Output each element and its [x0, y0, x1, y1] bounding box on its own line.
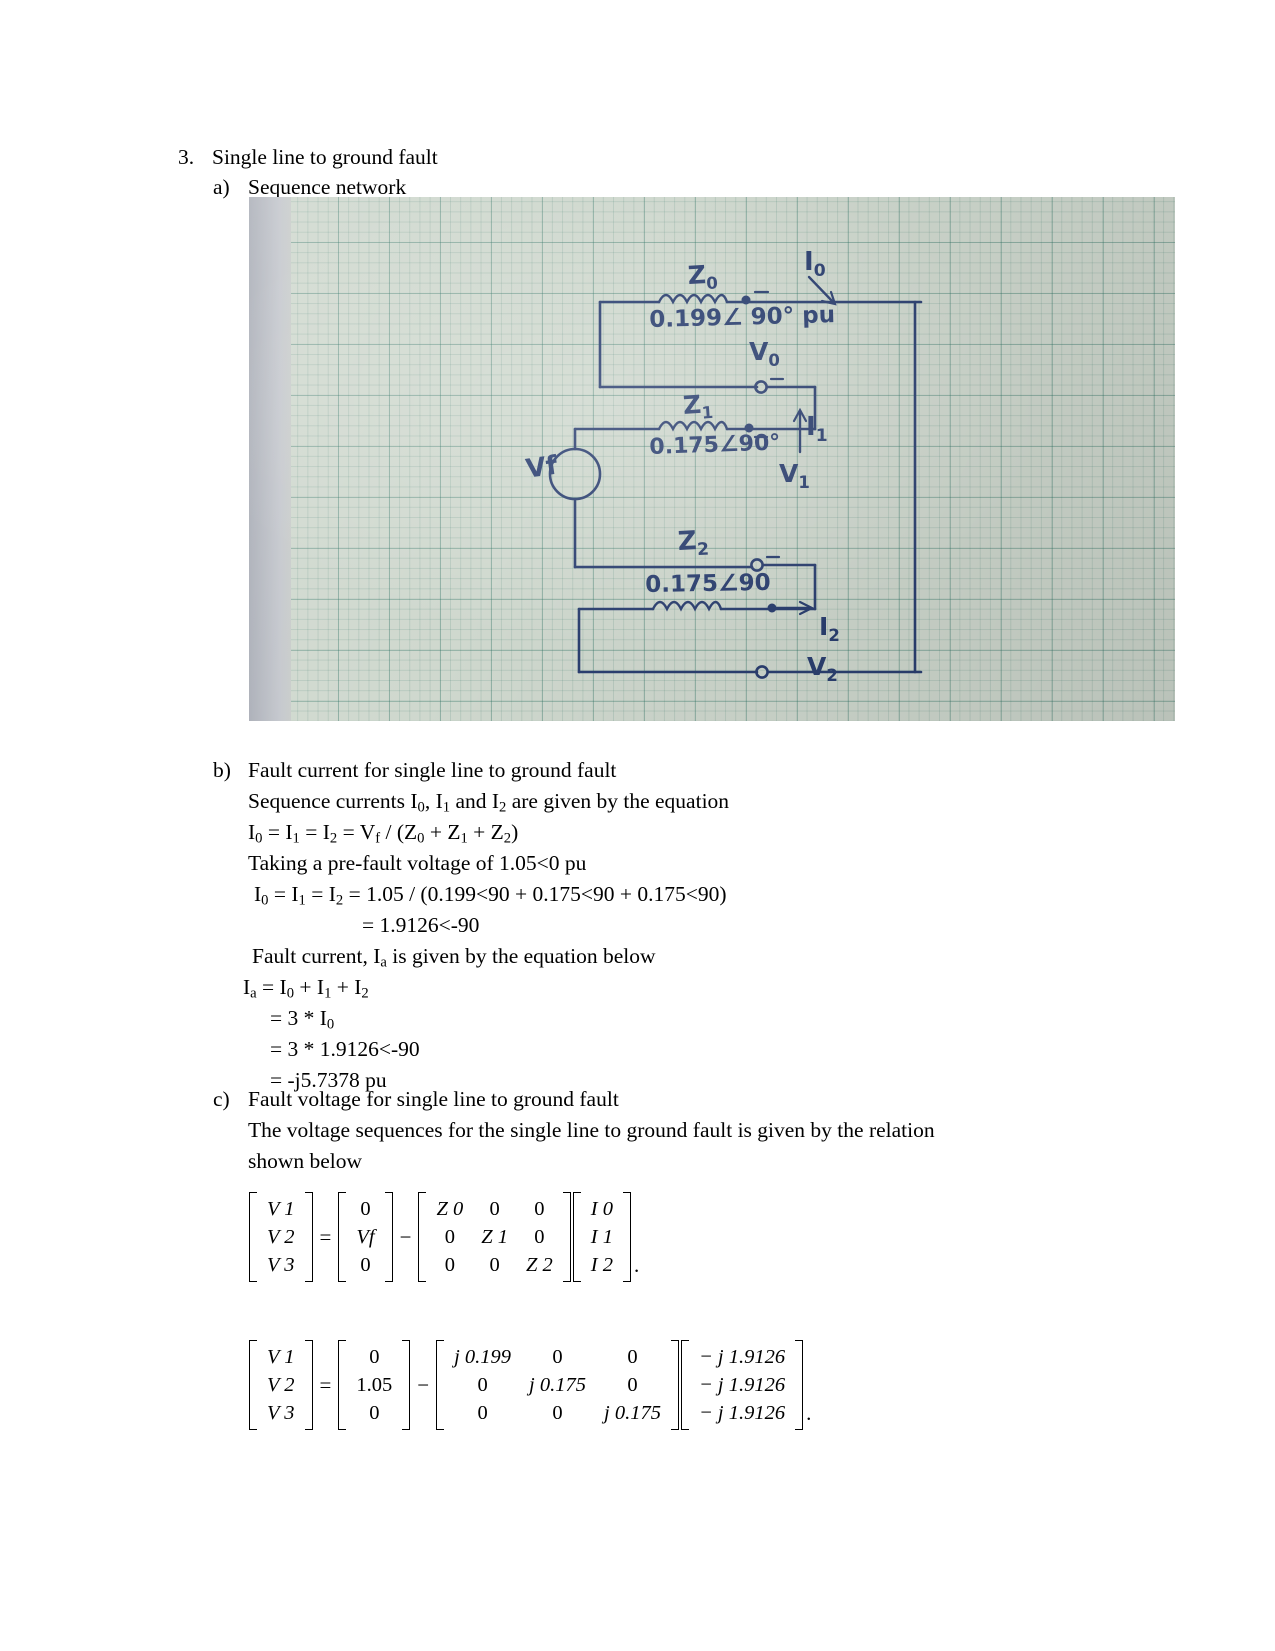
matrix-eq1-impedance-matrix: Z 0 0 0 0 Z 1 0 0 0 Z 2: [418, 1192, 572, 1282]
part-b-title: Fault current for single line to ground …: [248, 758, 617, 782]
part-a-label: a): [213, 175, 230, 199]
cell: 0: [627, 1374, 638, 1396]
part-c-label: c): [213, 1087, 230, 1111]
matrix-eq1-period: .: [633, 1253, 640, 1277]
matrix-eq1-minus: −: [399, 1224, 412, 1249]
matrix-eq2-period: .: [806, 1401, 812, 1425]
cell: 0: [369, 1402, 380, 1424]
part-a-title: Sequence network: [248, 175, 407, 199]
section-number: 3.: [178, 145, 195, 169]
matrix-eq1-vf-vector: 0 Vf 0: [338, 1192, 393, 1282]
cell: j 0.175: [529, 1374, 586, 1396]
cell: I 0: [590, 1198, 613, 1220]
figure-value-z1: 0.175∠90°: [649, 430, 781, 460]
part-b-line-3: I0 = I1 = I2 = 1.05 / (0.199<90 + 0.175<…: [254, 882, 727, 909]
figure-label-v2: V2: [807, 652, 838, 685]
cell: 0: [360, 1254, 371, 1276]
cell: 0: [444, 1254, 455, 1276]
cell: V 3: [267, 1254, 295, 1276]
part-b-heading: b) Fault current for single line to groun…: [213, 755, 616, 786]
cell: I 1: [590, 1226, 613, 1248]
figure-label-vf: Vf: [524, 450, 560, 485]
document-page: 3. Single line to ground fault a) Sequence…: [0, 0, 1275, 1651]
figure-label-z1: Z1: [682, 389, 714, 423]
matrix-eq2-minus: −: [417, 1372, 430, 1397]
cell: − j 1.9126: [698, 1374, 786, 1396]
matrix-eq2-impedance-matrix: j 0.199 0 0 0 j 0.175 0 0 0 j 0.175: [436, 1340, 679, 1430]
cell: V 2: [267, 1226, 295, 1248]
cell: Z 0: [436, 1198, 464, 1220]
cell: Z 2: [526, 1254, 553, 1276]
cell: 0: [477, 1402, 488, 1424]
cell: Vf: [356, 1226, 375, 1248]
cell: 0: [489, 1198, 500, 1220]
cell: j 0.199: [454, 1346, 512, 1368]
matrix-eq1-voltage-vector: V 1 V 2 V 3: [249, 1192, 313, 1282]
part-b-line-4: = 1.9126<-90: [362, 913, 480, 937]
cell: − j 1.9126: [698, 1402, 786, 1424]
part-c-title: Fault voltage for single line to ground …: [248, 1087, 619, 1111]
figure-label-i2: I2: [819, 612, 840, 645]
cell: 0: [552, 1346, 563, 1368]
cell: 0: [627, 1346, 638, 1368]
figure-label-i1: I1: [806, 412, 828, 447]
cell: Z 1: [481, 1226, 508, 1248]
matrix-eq2-voltage-vector: V 1 V 2 V 3: [249, 1340, 313, 1430]
section-heading: 3. Single line to ground fault: [178, 142, 438, 172]
section-title: Single line to ground fault: [212, 145, 438, 169]
cell: V 1: [267, 1198, 295, 1220]
cell: V 2: [267, 1374, 295, 1396]
cell: 0: [489, 1254, 500, 1276]
cell: j 0.175: [604, 1402, 661, 1424]
cell: I 2: [590, 1254, 613, 1276]
matrix-eq1-equals: =: [319, 1224, 332, 1249]
cell: − j 1.9126: [698, 1346, 786, 1368]
cell: 0: [534, 1198, 545, 1220]
cell: 0: [369, 1346, 380, 1368]
figure-label-i0: I0: [804, 247, 826, 282]
matrix-eq2-current-vector: − j 1.9126 − j 1.9126 − j 1.9126: [680, 1340, 804, 1430]
figure-label-v0: V0: [749, 337, 780, 370]
cell: 0: [360, 1198, 371, 1220]
figure-label-v1: V1: [779, 459, 810, 492]
cell: V 1: [267, 1346, 295, 1368]
cell: 1.05: [356, 1374, 393, 1396]
figure-value-z2: 0.175∠90: [645, 569, 771, 598]
part-c-heading: c) Fault voltage for single line to groun…: [213, 1084, 619, 1115]
figure-label-z2: Z2: [677, 526, 710, 561]
part-b-line-8: = 3 * 1.9126<-90: [270, 1037, 420, 1061]
part-b-line-2: Taking a pre-fault voltage of 1.05<0 pu: [248, 851, 587, 875]
matrix-equation-1: V 1 V 2 V 3 = 0 Vf 0 − Z 0 0 0 0 Z 1 0 0…: [248, 1192, 639, 1282]
matrix-eq2-equals: =: [319, 1372, 332, 1397]
cell: 0: [477, 1374, 488, 1396]
matrix-eq2-vf-vector: 0 1.05 0: [338, 1340, 411, 1430]
cell: 0: [444, 1226, 455, 1248]
cell: V 3: [267, 1402, 295, 1424]
cell: 0: [552, 1402, 563, 1424]
part-b-label: b): [213, 758, 231, 782]
cell: 0: [534, 1226, 545, 1248]
figure-label-z0: Z0: [687, 260, 719, 294]
figure-value-z0: 0.199∠ 90° pu: [649, 302, 836, 333]
sequence-network-figure: Z0 0.199∠ 90° pu I0 V0 Z1 0.175∠90° I1 V…: [249, 197, 1175, 721]
part-c-line-0: The voltage sequences for the single lin…: [248, 1118, 935, 1142]
matrix-equation-2: V 1 V 2 V 3 = 0 1.05 0 − j 0.199 0 0 0 j…: [248, 1340, 811, 1430]
matrix-eq1-current-vector: I 0 I 1 I 2: [572, 1192, 632, 1282]
part-c-line-1: shown below: [248, 1149, 363, 1173]
